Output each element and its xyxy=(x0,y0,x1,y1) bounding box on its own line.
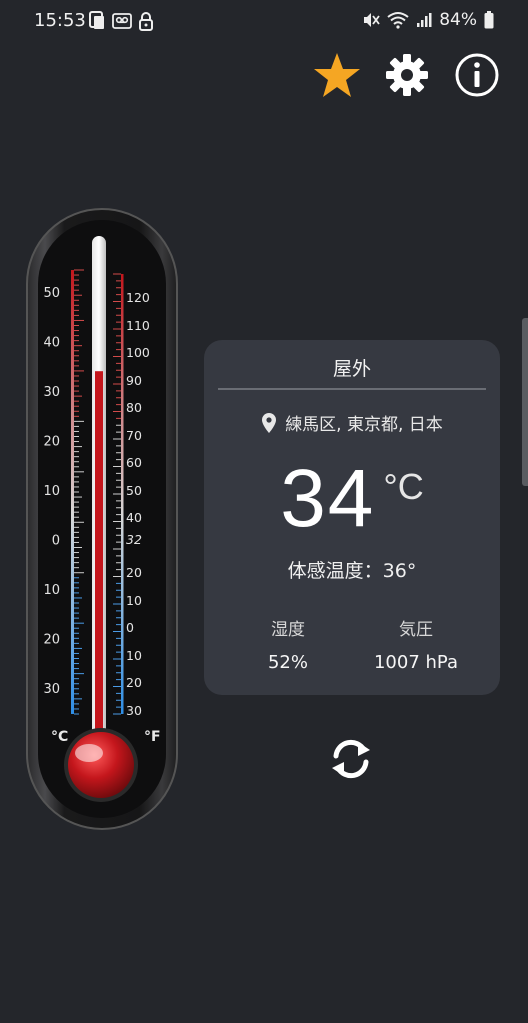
fahrenheit-tick-label: 110 xyxy=(126,318,150,333)
gear-icon xyxy=(386,54,428,96)
status-time: 15:53 xyxy=(34,10,86,31)
battery-percent: 84% xyxy=(439,10,477,30)
info-button[interactable] xyxy=(452,50,502,100)
temperature-value: 34 xyxy=(280,453,376,544)
celsius-tick-label: 0 xyxy=(52,534,60,549)
fahrenheit-tick-label: 100 xyxy=(126,345,150,360)
pressure-stat: 気圧 1007 hPa xyxy=(352,615,480,673)
humidity-stat: 湿度 52% xyxy=(224,615,352,673)
status-bar: 15:53 84% xyxy=(0,0,528,44)
celsius-scale-bar xyxy=(71,270,74,714)
celsius-tick-label: 20 xyxy=(43,435,60,450)
top-action-bar xyxy=(312,50,502,100)
fahrenheit-tick-label: 50 xyxy=(126,483,142,498)
fahrenheit-tick-label: 32 xyxy=(126,532,142,547)
celsius-tick-label: 10 xyxy=(43,484,60,499)
feels-like-text: 体感温度：36° xyxy=(287,560,417,582)
location-row[interactable]: 練馬区, 東京都, 日本 xyxy=(204,410,500,435)
pressure-value: 1007 hPa xyxy=(373,652,458,673)
location-text: 練馬区, 東京都, 日本 xyxy=(285,415,443,435)
screen-mirror-icon xyxy=(89,11,104,29)
favorite-button[interactable] xyxy=(312,50,362,100)
fahrenheit-tick-label: 90 xyxy=(126,373,142,388)
temperature-unit: °C xyxy=(383,466,424,507)
star-icon xyxy=(314,53,360,97)
celsius-tick-label: 40 xyxy=(43,336,60,351)
fahrenheit-unit-label: °F xyxy=(144,729,161,745)
refresh-button[interactable] xyxy=(328,736,374,782)
thermometer-bulb xyxy=(68,732,134,798)
humidity-value: 52% xyxy=(267,652,308,673)
app-screen: 15:53 84% 50 40 30 20 10 0 10 20 30 120 … xyxy=(0,0,528,1023)
fahrenheit-tick-label: 120 xyxy=(126,290,150,305)
fahrenheit-tick-label: 80 xyxy=(126,400,142,415)
card-divider xyxy=(218,388,486,390)
fahrenheit-tick-label: 20 xyxy=(126,675,142,690)
fahrenheit-tick-label: 40 xyxy=(126,510,142,525)
voicemail-icon xyxy=(112,13,132,29)
fahrenheit-tick-label: 70 xyxy=(126,428,142,443)
lock-icon xyxy=(139,12,153,31)
mute-icon xyxy=(364,13,380,27)
battery-icon xyxy=(484,11,494,29)
info-icon xyxy=(455,53,499,97)
wifi-icon xyxy=(387,12,409,29)
celsius-tick-label: 30 xyxy=(43,385,60,400)
pressure-label: 気圧 xyxy=(399,620,433,640)
thermometer-gauge: 50403020100102030 1201101009080706050403… xyxy=(26,208,178,830)
weather-card: 屋外 練馬区, 東京都, 日本 34 °C 体感温度：36° 湿度 52% 気圧… xyxy=(204,340,500,695)
weather-stats: 湿度 52% 気圧 1007 hPa xyxy=(224,615,480,673)
card-title: 屋外 xyxy=(332,358,371,380)
celsius-tick-label: 20 xyxy=(43,633,60,648)
fahrenheit-tick-label: 20 xyxy=(126,565,142,580)
status-system-icons: 84% xyxy=(362,10,494,30)
scroll-indicator[interactable] xyxy=(522,318,528,486)
celsius-unit-label: °C xyxy=(51,729,68,745)
celsius-tick-label: 10 xyxy=(43,583,60,598)
signal-icon xyxy=(417,13,432,27)
fahrenheit-scale-bar xyxy=(121,274,124,714)
fahrenheit-tick-label: 0 xyxy=(126,620,134,635)
status-notification-icons xyxy=(88,11,154,31)
fahrenheit-tick-label: 60 xyxy=(126,455,142,470)
settings-button[interactable] xyxy=(382,50,432,100)
celsius-tick-label: 50 xyxy=(43,286,60,301)
celsius-tick-label: 30 xyxy=(43,682,60,697)
refresh-icon xyxy=(332,739,370,779)
mercury-column xyxy=(95,371,103,758)
fahrenheit-tick-label: 30 xyxy=(126,703,142,718)
temperature-row: 34 °C xyxy=(204,458,500,540)
fahrenheit-tick-label: 10 xyxy=(126,593,142,608)
location-pin-icon xyxy=(262,412,277,433)
humidity-label: 湿度 xyxy=(271,620,305,640)
fahrenheit-tick-label: 10 xyxy=(126,648,142,663)
